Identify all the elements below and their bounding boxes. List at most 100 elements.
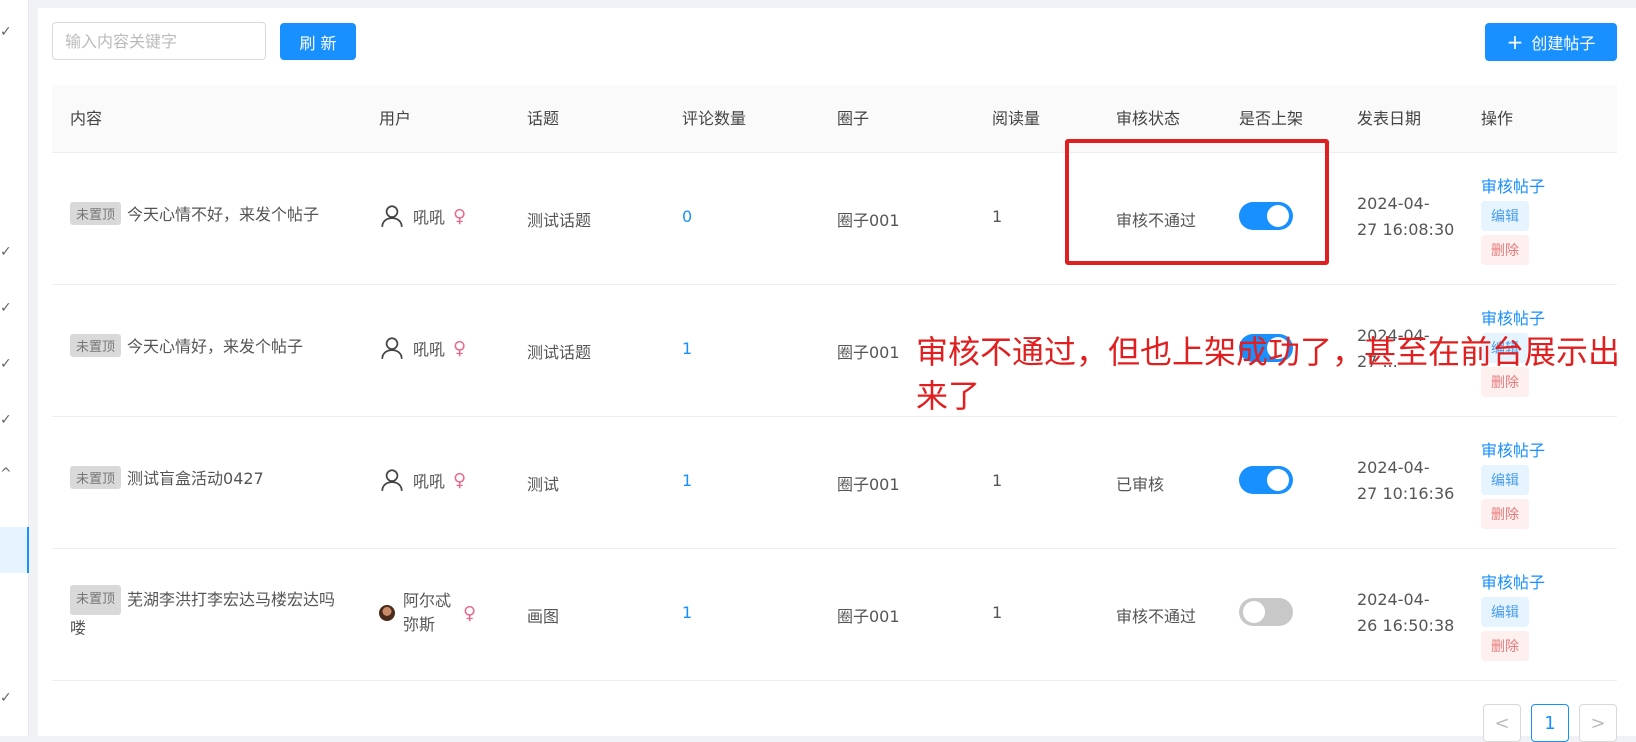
edit-button[interactable]: 编辑 <box>1481 201 1529 231</box>
edit-button[interactable]: 编辑 <box>1481 465 1529 495</box>
column-header: 内容 <box>70 109 103 128</box>
read-count: 1 <box>992 603 1003 622</box>
column-header: 阅读量 <box>992 109 1041 128</box>
sidebar-item-active[interactable] <box>0 527 29 573</box>
user-cell: 吼吼 ♀ <box>379 203 466 229</box>
delete-button[interactable]: 删除 <box>1481 499 1529 529</box>
menu-chevron-icon[interactable]: ✓ <box>0 356 12 372</box>
column-header: 话题 <box>527 109 560 128</box>
content-cell: 未置顶 芜湖李洪打李宏达马楼宏达吗喽 <box>70 585 342 642</box>
review-post-link[interactable]: 审核帖子 <box>1481 569 1545 593</box>
user-avatar-icon <box>381 205 403 227</box>
user-avatar-icon <box>381 337 403 359</box>
row-actions: 审核帖子 编辑 删除 <box>1481 437 1545 529</box>
table-row: 未置顶 芜湖李洪打李宏达马楼宏达吗喽 阿尔忒弥斯 ♀ 画图 1 圈子001 1 审… <box>52 549 1617 681</box>
time-line: 27 10:16:36 <box>1357 484 1455 503</box>
menu-chevron-icon[interactable]: ^ <box>0 466 12 482</box>
user-name: 吼吼 <box>413 340 446 359</box>
review-post-link[interactable]: 审核帖子 <box>1481 173 1545 197</box>
listing-toggle[interactable] <box>1239 466 1293 494</box>
user-cell: 吼吼 ♀ <box>379 467 466 493</box>
column-header: 发表日期 <box>1357 109 1422 128</box>
comment-count[interactable]: 1 <box>682 471 692 490</box>
post-content[interactable]: 今天心情不好，来发个帖子 <box>127 205 319 224</box>
post-content[interactable]: 今天心情好，来发个帖子 <box>127 337 303 356</box>
table-row: 未置顶 今天心情不好，来发个帖子 吼吼 ♀ 测试话题 0 圈子001 1 审核不通… <box>52 153 1617 285</box>
review-status: 已审核 <box>1116 475 1165 494</box>
date-line: 2024-04- <box>1357 458 1430 477</box>
annotation-text: 审核不通过，但也上架成功了，甚至在前台展示出来了 <box>916 333 1621 415</box>
time-line: 27 16:08:30 <box>1357 220 1455 239</box>
plus-icon: + <box>1506 30 1524 54</box>
column-header: 操作 <box>1481 109 1514 128</box>
menu-chevron-icon[interactable]: ✓ <box>0 412 12 428</box>
review-post-link[interactable]: 审核帖子 <box>1481 437 1545 461</box>
topic-cell: 测试话题 <box>527 343 592 362</box>
table-row: 未置顶 测试盲盒活动0427 吼吼 ♀ 测试 1 圈子001 1 已审核 2024… <box>52 417 1617 549</box>
comment-count[interactable]: 0 <box>682 207 692 226</box>
user-name: 阿尔忒弥斯 <box>403 591 452 634</box>
user-name: 吼吼 <box>413 208 446 227</box>
circle-cell: 圈子001 <box>837 475 900 494</box>
edit-button[interactable]: 编辑 <box>1481 597 1529 627</box>
read-count: 1 <box>992 207 1003 226</box>
post-content[interactable]: 测试盲盒活动0427 <box>127 469 264 488</box>
topic-cell: 画图 <box>527 607 560 626</box>
next-page-button[interactable]: > <box>1579 704 1617 742</box>
publish-date: 2024-04- 27 16:08:30 <box>1357 191 1454 243</box>
publish-date: 2024-04- 26 16:50:38 <box>1357 587 1454 639</box>
topic-cell: 测试 <box>527 475 560 494</box>
listing-toggle[interactable] <box>1239 598 1293 626</box>
pin-status-badge: 未置顶 <box>70 585 122 615</box>
delete-button[interactable]: 删除 <box>1481 235 1529 265</box>
column-header: 用户 <box>379 109 412 128</box>
pin-status-badge: 未置顶 <box>70 333 122 357</box>
table-header: 内容 用户 话题 评论数量 圈子 阅读量 审核状态 是否上架 发表日期 操作 <box>52 85 1617 153</box>
row-actions: 审核帖子 编辑 删除 <box>1481 569 1545 661</box>
toggle-knob <box>1243 601 1265 623</box>
female-icon: ♀ <box>453 205 467 227</box>
circle-cell: 圈子001 <box>837 607 900 626</box>
pin-status-badge: 未置顶 <box>70 201 122 225</box>
user-cell: 吼吼 ♀ <box>379 335 466 361</box>
content-cell: 未置顶 今天心情好，来发个帖子 <box>70 333 360 357</box>
user-avatar-icon <box>381 469 403 491</box>
date-line: 2024-04- <box>1357 590 1430 609</box>
menu-chevron-icon[interactable]: ✓ <box>0 244 12 260</box>
circle-cell: 圈子001 <box>837 211 900 230</box>
create-post-label: 创建帖子 <box>1531 34 1596 53</box>
female-icon: ♀ <box>453 337 467 359</box>
read-count: 1 <box>992 471 1003 490</box>
annotation-highlight-box <box>1065 139 1329 265</box>
time-line: 26 16:50:38 <box>1357 616 1455 635</box>
delete-button[interactable]: 删除 <box>1481 631 1529 661</box>
user-photo-avatar <box>379 605 395 621</box>
topic-cell: 测试话题 <box>527 211 592 230</box>
side-nav: ✓ ✓ ✓ ✓ ✓ ^ ✓ <box>0 0 29 736</box>
refresh-button[interactable]: 刷 新 <box>280 23 356 60</box>
circle-cell: 圈子001 <box>837 343 900 362</box>
column-header: 评论数量 <box>682 109 747 128</box>
toggle-knob <box>1267 469 1289 491</box>
comment-count[interactable]: 1 <box>682 603 692 622</box>
menu-chevron-icon[interactable]: ✓ <box>0 690 12 706</box>
prev-page-button[interactable]: < <box>1483 704 1521 742</box>
create-post-button[interactable]: + 创建帖子 <box>1485 23 1617 61</box>
column-header: 圈子 <box>837 109 870 128</box>
search-input[interactable] <box>52 22 266 60</box>
review-post-link[interactable]: 审核帖子 <box>1481 305 1545 329</box>
menu-chevron-icon[interactable]: ✓ <box>0 300 12 316</box>
review-status: 审核不通过 <box>1116 607 1197 626</box>
pin-status-badge: 未置顶 <box>70 465 122 489</box>
female-icon: ♀ <box>463 602 477 624</box>
female-icon: ♀ <box>453 469 467 491</box>
comment-count[interactable]: 1 <box>682 339 692 358</box>
user-cell: 阿尔忒弥斯 ♀ <box>379 589 476 637</box>
content-cell: 未置顶 测试盲盒活动0427 <box>70 465 360 489</box>
content-cell: 未置顶 今天心情不好，来发个帖子 <box>70 201 360 225</box>
pagination: < 1 > <box>1483 704 1617 742</box>
date-line: 2024-04- <box>1357 194 1430 213</box>
menu-chevron-icon[interactable]: ✓ <box>0 24 12 40</box>
page-1-button[interactable]: 1 <box>1531 704 1569 742</box>
publish-date: 2024-04- 27 10:16:36 <box>1357 455 1454 507</box>
